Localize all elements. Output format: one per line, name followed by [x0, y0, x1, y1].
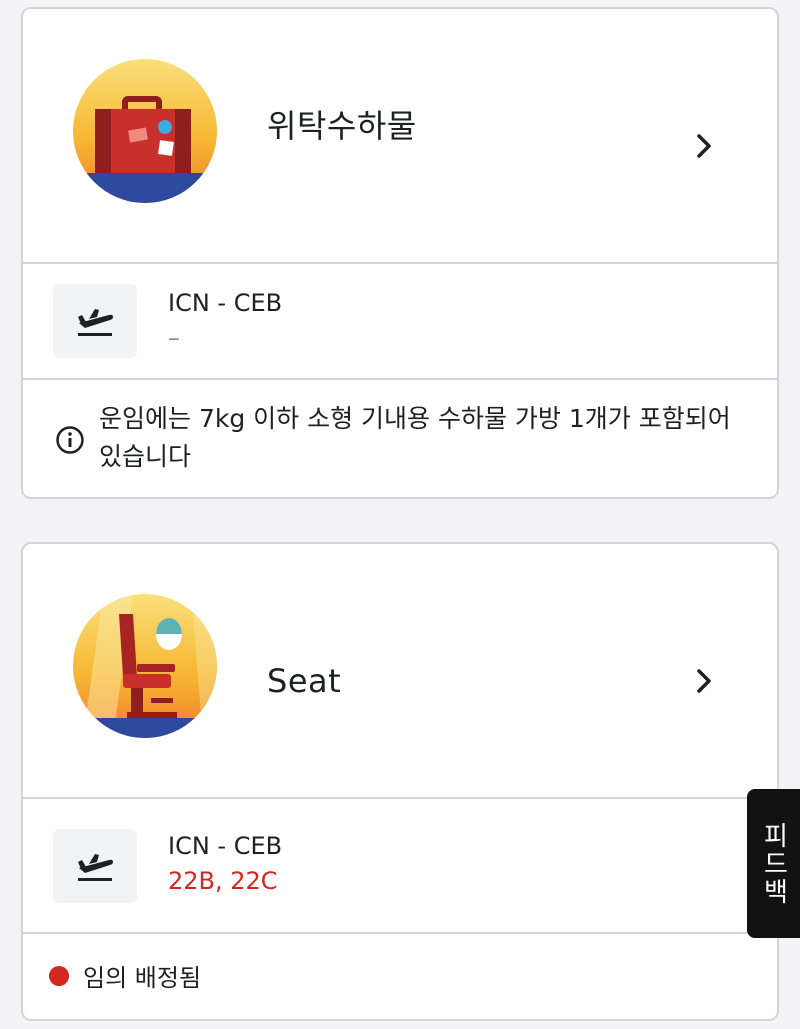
baggage-info-row: 운임에는 7kg 이하 소형 기내용 수하물 가방 1개가 포함되어 있습니다 — [23, 380, 777, 497]
chevron-right-icon[interactable] — [689, 666, 719, 696]
seat-icon — [73, 594, 217, 738]
carry-on-info-text: 운임에는 7kg 이하 소형 기내용 수하물 가방 1개가 포함되어 있습니다 — [99, 404, 731, 471]
info-icon — [56, 426, 84, 454]
baggage-route: ICN - CEB — [168, 289, 283, 317]
seat-route: ICN - CEB — [168, 832, 283, 860]
checked-baggage-title: 위탁수하물 — [267, 107, 417, 145]
chevron-right-icon[interactable] — [689, 131, 719, 161]
seat-card: Seat ICN - CEB 22B, 22C 임의 배정됨 — [21, 542, 779, 1021]
seat-status-row: 임의 배정됨 — [23, 934, 777, 1019]
seat-title: Seat — [267, 662, 342, 700]
departure-plane-icon — [53, 284, 137, 358]
assigned-seats: 22B, 22C — [168, 867, 278, 895]
departure-plane-icon — [53, 829, 137, 903]
baggage-allowance-value: – — [168, 324, 180, 352]
feedback-tab[interactable]: 피드백 — [747, 789, 800, 938]
feedback-label: 피드백 — [758, 821, 789, 906]
seat-header[interactable]: Seat — [23, 544, 777, 799]
checked-baggage-header[interactable]: 위탁수하물 — [23, 9, 777, 264]
seat-status-text: 임의 배정됨 — [83, 964, 202, 992]
luggage-icon — [73, 59, 217, 203]
seat-route-row: ICN - CEB 22B, 22C — [23, 799, 777, 934]
baggage-route-row: ICN - CEB – — [23, 264, 777, 380]
checked-baggage-card: 위탁수하물 ICN - CEB – 운임에는 7kg 이하 소형 기내용 수하물… — [21, 7, 779, 499]
status-dot — [49, 966, 69, 986]
